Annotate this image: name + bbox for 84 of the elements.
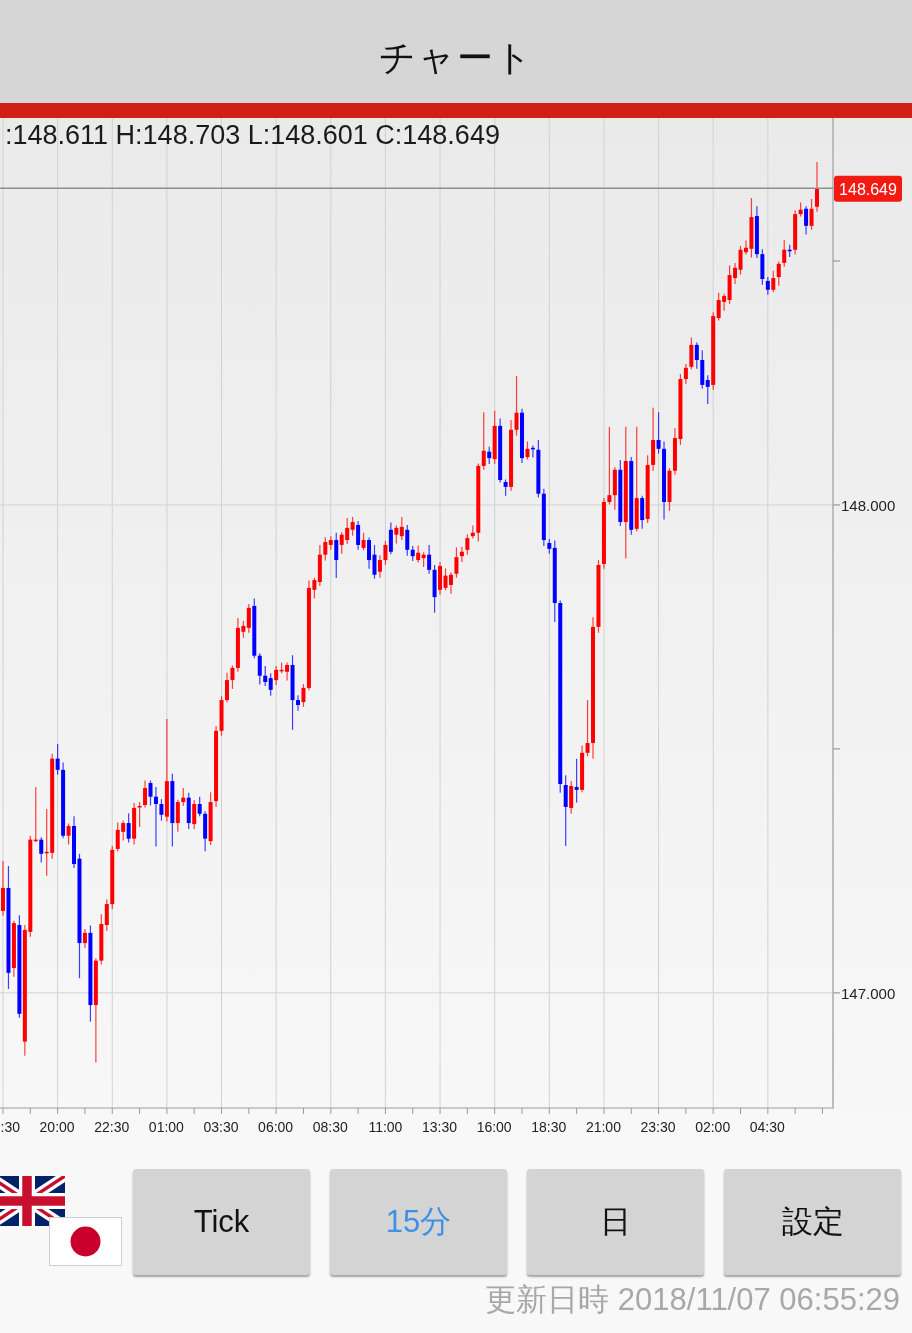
x-axis-label: 16:00 (476, 1119, 512, 1135)
candlestick (683, 363, 688, 385)
candlestick (143, 780, 148, 809)
x-axis-label: 22:30 (94, 1119, 130, 1135)
candlestick (224, 672, 229, 704)
x-axis-label: 23:30 (640, 1119, 676, 1135)
candlestick (66, 822, 71, 846)
candlestick (427, 544, 432, 575)
x-axis-label: 03:30 (203, 1119, 239, 1135)
candlestick (689, 336, 694, 370)
japan-flag-icon[interactable] (49, 1217, 122, 1266)
update-timestamp: 更新日時 2018/11/07 06:55:29 (485, 1281, 900, 1319)
candlestick (448, 571, 453, 595)
x-axis-label: 08:30 (312, 1119, 348, 1135)
candlestick (454, 546, 459, 579)
x-axis-label: 20:00 (39, 1119, 75, 1135)
candlestick (356, 520, 361, 551)
candlestick (394, 524, 399, 545)
candlestick (197, 796, 202, 817)
candlestick (175, 799, 180, 833)
page-title: チャート (377, 36, 535, 80)
candlestick (159, 798, 164, 822)
candlestick (274, 665, 279, 686)
toolbar-button[interactable]: Tick (133, 1169, 310, 1275)
toolbar-button[interactable]: 設定 (724, 1169, 901, 1275)
y-axis-label: 147.000 (841, 984, 896, 1002)
candlestick (268, 672, 273, 697)
candlestick (525, 440, 530, 461)
candlestick (656, 411, 661, 455)
candlestick (301, 683, 306, 708)
candlestick (771, 270, 776, 293)
candlestick (465, 533, 470, 556)
current-price-tag: 148.649 (834, 175, 902, 202)
candlestick (815, 161, 819, 213)
candlestick (804, 205, 809, 236)
candlestick (388, 521, 393, 555)
candlestick (257, 652, 262, 686)
candlestick (350, 516, 355, 537)
candlestick (263, 665, 268, 687)
candlestick (1, 860, 5, 917)
y-axis-label: 148.000 (841, 496, 896, 514)
candlestick (383, 540, 388, 566)
toolbar-button[interactable]: 日 (527, 1169, 704, 1275)
candlestick (82, 928, 87, 949)
candlestick (607, 426, 612, 506)
candlestick (776, 260, 781, 287)
candlestick (481, 411, 486, 471)
x-axis-label: 18:30 (531, 1119, 567, 1135)
candlestick (705, 374, 710, 405)
x-axis-label: 21:00 (585, 1119, 621, 1135)
candlestick (377, 554, 382, 579)
candlestick (153, 786, 158, 848)
candlestick (246, 603, 251, 634)
candlestick (809, 198, 814, 231)
candlestick (405, 524, 410, 557)
candlestick (126, 812, 131, 844)
x-axis-label: 02:00 (695, 1119, 731, 1135)
candlestick (438, 561, 443, 596)
candlestick (39, 836, 44, 864)
candlestick (230, 664, 235, 690)
candlestick (323, 536, 328, 562)
x-axis-label: 06:00 (258, 1119, 294, 1135)
candlestick (148, 780, 153, 807)
candlestick (399, 516, 404, 541)
x-axis-label: 11:00 (368, 1119, 403, 1135)
candlestick (782, 239, 787, 268)
candlestick (563, 774, 568, 847)
x-axis-label: 01:00 (148, 1119, 184, 1135)
candlestick (574, 758, 579, 804)
candlestick (569, 780, 574, 815)
x-axis-label: 13:30 (422, 1119, 458, 1135)
uk-flag-icon[interactable] (0, 1176, 65, 1226)
candlestick (55, 743, 60, 776)
x-axis-label: :30 (0, 1119, 20, 1135)
candlestick (334, 532, 339, 579)
ohlc-readout: :148.611 H:148.703 L:148.601 C:148.649 (5, 120, 500, 150)
candlestick (296, 694, 301, 712)
candlestick (104, 898, 109, 932)
candlestick (585, 699, 590, 757)
candlestick (192, 799, 197, 830)
candlestick (640, 495, 645, 530)
x-axis-label: 04:30 (749, 1119, 785, 1135)
candlestick (514, 375, 519, 437)
candlestick (694, 341, 699, 370)
